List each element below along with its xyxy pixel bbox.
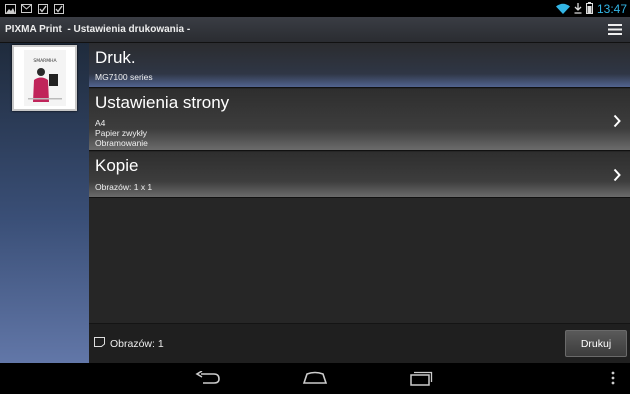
status-bar: 13:47 [0, 0, 630, 17]
home-icon[interactable] [300, 368, 330, 388]
thumbnail-text: SMARMHA [33, 58, 57, 64]
copies-count: Obrazów: 1 x 1 [95, 182, 153, 192]
checkbox-icon [53, 3, 64, 14]
app-title: PIXMA Print - Ustawienia drukowania - [5, 24, 191, 35]
printer-row[interactable]: Druk. MG7100 series [89, 43, 630, 88]
page-icon [94, 337, 105, 350]
chevron-right-icon [612, 113, 622, 128]
download-icon [574, 0, 582, 18]
border-setting: Obramowanie [95, 138, 148, 148]
gallery-icon [5, 3, 16, 14]
action-bar: PIXMA Print - Ustawienia drukowania - [0, 17, 630, 43]
hamburger-menu-icon[interactable] [603, 18, 627, 42]
print-button[interactable]: Drukuj [565, 330, 627, 357]
preview-panel: SMARMHA [0, 43, 89, 363]
printer-row-title: Druk. [95, 48, 136, 67]
page-thumbnail[interactable]: SMARMHA [12, 45, 77, 111]
checkbox-icon [37, 3, 48, 14]
notification-icons [0, 3, 64, 14]
printer-name: MG7100 series [95, 72, 153, 82]
back-icon[interactable] [193, 368, 223, 388]
bottom-bar: Obrazów: 1 Drukuj [89, 323, 630, 363]
copies-row[interactable]: Kopie Obrazów: 1 x 1 [89, 152, 630, 198]
chevron-right-icon [612, 167, 622, 182]
wifi-icon [555, 0, 570, 18]
page-settings-row[interactable]: Ustawienia strony A4 Papier zwykły Obram… [89, 89, 630, 151]
system-icons: 13:47 [555, 0, 630, 18]
battery-icon [585, 0, 593, 18]
thumbnail-image: SMARMHA [23, 50, 66, 106]
recents-icon[interactable] [406, 368, 436, 388]
paper-type: Papier zwykły [95, 128, 147, 138]
overflow-icon[interactable] [598, 368, 628, 388]
page-settings-title: Ustawienia strony [95, 93, 230, 112]
clock: 13:47 [596, 1, 627, 16]
gmail-icon [21, 3, 32, 14]
settings-area: Druk. MG7100 series Ustawienia strony A4… [89, 43, 630, 363]
image-count: Obrazów: 1 [89, 337, 164, 350]
copies-title: Kopie [95, 156, 139, 175]
navigation-bar [0, 363, 630, 394]
image-count-label: Obrazów: 1 [110, 337, 164, 350]
paper-size: A4 [95, 118, 106, 128]
